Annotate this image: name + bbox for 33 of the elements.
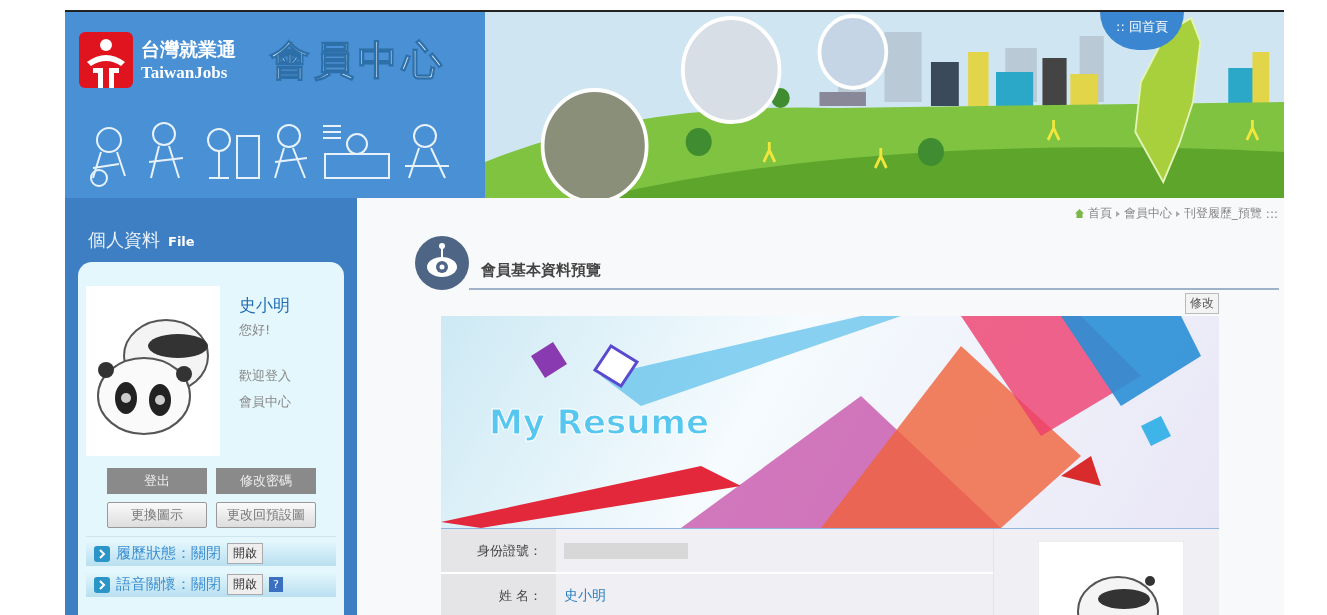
breadcrumb-link[interactable]: 首頁 [1087,205,1112,222]
avatar-button[interactable]: 更換圖示 [106,502,207,528]
greeting-text: 您好! [239,321,272,339]
separator-icon [1115,210,1120,217]
logo-name-english: TaiwanJobs [141,63,229,83]
eye-icon [415,236,469,290]
help-icon[interactable]: ? [269,577,283,592]
sidebar-title: 個人資料 [88,228,160,252]
account-button[interactable]: 登出 [106,468,207,494]
member-name: 史小明 [239,294,291,317]
logo-icon [79,32,133,88]
home-icon [1074,209,1084,218]
welcome-text: 會員中心 [239,393,291,411]
banner-heading: My Resume [489,402,709,442]
section-title: 會員基本資料預覽 [481,261,601,279]
header-title: 會員中心 [270,35,446,85]
breadcrumb-end: ::: [1265,206,1278,221]
sidebar-title-english: File [168,234,195,249]
open-button[interactable]: 開啟 [227,543,263,564]
open-button[interactable]: 開啟 [227,574,263,595]
edit-button[interactable]: 修改 [1185,293,1219,314]
field-label: 姓 名： [441,574,556,615]
status-label: 語音關懷：關閉 [116,575,221,594]
avatar-button[interactable]: 更改回預設圖 [215,502,316,528]
field-label: 身份證號： [441,529,556,572]
welcome-text: 歡迎登入 [239,367,291,385]
account-button[interactable]: 修改密碼 [215,468,316,494]
status-label: 履歷狀態：關閉 [116,544,221,563]
breadcrumb-link[interactable]: 刊登履歷_預覽 [1183,205,1262,222]
logo-name: 台灣就業通 [141,37,236,62]
breadcrumb-link[interactable]: 會員中心 [1123,205,1172,222]
field-value: 史小明 [564,586,606,605]
separator-icon [1175,210,1180,217]
